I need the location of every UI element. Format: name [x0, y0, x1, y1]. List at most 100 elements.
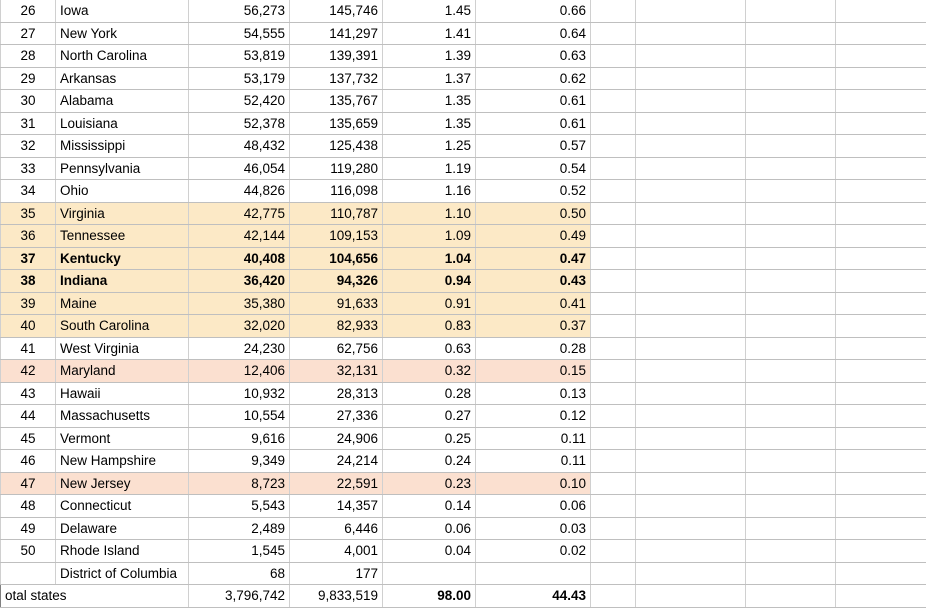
cell-rank[interactable]: 31	[1, 112, 56, 135]
cell-empty[interactable]	[591, 472, 636, 495]
cell-rank[interactable]: 45	[1, 427, 56, 450]
cell-empty[interactable]	[836, 0, 926, 22]
cell-value4[interactable]: 0.64	[476, 22, 591, 45]
cell-value2[interactable]: 14,357	[290, 495, 383, 518]
cell-value4[interactable]: 0.28	[476, 337, 591, 360]
cell-value1[interactable]: 12,406	[189, 360, 290, 383]
cell-empty[interactable]	[836, 90, 926, 113]
cell-empty[interactable]	[746, 270, 836, 293]
cell-value1[interactable]: 42,144	[189, 225, 290, 248]
table-row[interactable]: 36Tennessee42,144109,1531.090.49	[1, 225, 926, 248]
cell-value4[interactable]	[476, 562, 591, 585]
cell-state[interactable]: Louisiana	[56, 112, 189, 135]
cell-value2[interactable]: 145,746	[290, 0, 383, 22]
table-row[interactable]: 47New Jersey8,72322,5910.230.10	[1, 472, 926, 495]
cell-empty[interactable]	[746, 495, 836, 518]
cell-value2[interactable]: 116,098	[290, 180, 383, 203]
cell-value1[interactable]: 54,555	[189, 22, 290, 45]
cell-empty[interactable]	[636, 202, 746, 225]
cell-empty[interactable]	[746, 517, 836, 540]
cell-empty[interactable]	[591, 315, 636, 338]
cell-empty[interactable]	[591, 405, 636, 428]
cell-empty[interactable]	[836, 427, 926, 450]
cell-state[interactable]: Maine	[56, 292, 189, 315]
cell-value3[interactable]: 0.04	[383, 540, 476, 563]
cell-empty[interactable]	[591, 360, 636, 383]
table-row[interactable]: 26Iowa56,273145,7461.450.66	[1, 0, 926, 22]
cell-value1[interactable]: 10,932	[189, 382, 290, 405]
cell-empty[interactable]	[746, 225, 836, 248]
cell-empty[interactable]	[591, 90, 636, 113]
cell-value2[interactable]: 24,214	[290, 450, 383, 473]
cell-empty[interactable]	[836, 540, 926, 563]
cell-empty[interactable]	[591, 450, 636, 473]
cell-value4[interactable]: 0.50	[476, 202, 591, 225]
cell-value3[interactable]: 1.16	[383, 180, 476, 203]
cell-empty[interactable]	[591, 202, 636, 225]
cell-empty[interactable]	[746, 360, 836, 383]
cell-value3[interactable]: 0.23	[383, 472, 476, 495]
cell-state[interactable]: Ohio	[56, 180, 189, 203]
cell-value4[interactable]: 0.61	[476, 90, 591, 113]
cell-value1[interactable]: 53,819	[189, 45, 290, 68]
cell-empty[interactable]	[591, 292, 636, 315]
cell-empty[interactable]	[746, 427, 836, 450]
cell-value1[interactable]: 52,378	[189, 112, 290, 135]
cell-state[interactable]: New Jersey	[56, 472, 189, 495]
cell-value3[interactable]: 0.27	[383, 405, 476, 428]
cell-rank[interactable]: 40	[1, 315, 56, 338]
cell-rank[interactable]: 43	[1, 382, 56, 405]
cell-empty[interactable]	[591, 225, 636, 248]
cell-state[interactable]: Massachusetts	[56, 405, 189, 428]
cell-value4[interactable]: 0.49	[476, 225, 591, 248]
cell-value4[interactable]: 0.02	[476, 540, 591, 563]
cell-empty[interactable]	[636, 450, 746, 473]
total-value4[interactable]: 44.43	[476, 585, 591, 608]
cell-empty[interactable]	[636, 45, 746, 68]
cell-state[interactable]: Rhode Island	[56, 540, 189, 563]
cell-value3[interactable]: 1.04	[383, 247, 476, 270]
table-row[interactable]: 43Hawaii10,93228,3130.280.13	[1, 382, 926, 405]
cell-rank[interactable]: 44	[1, 405, 56, 428]
cell-state[interactable]: Mississippi	[56, 135, 189, 158]
table-row[interactable]: 42Maryland12,40632,1310.320.15	[1, 360, 926, 383]
cell-value3[interactable]: 0.83	[383, 315, 476, 338]
cell-empty[interactable]	[836, 337, 926, 360]
cell-value1[interactable]: 32,020	[189, 315, 290, 338]
cell-empty[interactable]	[591, 45, 636, 68]
total-value1[interactable]: 3,796,742	[189, 585, 290, 608]
cell-value3[interactable]: 0.25	[383, 427, 476, 450]
cell-value2[interactable]: 119,280	[290, 157, 383, 180]
cell-empty[interactable]	[636, 405, 746, 428]
cell-empty[interactable]	[746, 157, 836, 180]
cell-empty[interactable]	[836, 67, 926, 90]
cell-rank[interactable]: 46	[1, 450, 56, 473]
cell-value4[interactable]: 0.03	[476, 517, 591, 540]
cell-value4[interactable]: 0.62	[476, 67, 591, 90]
cell-empty[interactable]	[636, 112, 746, 135]
cell-empty[interactable]	[746, 585, 836, 608]
cell-empty[interactable]	[746, 450, 836, 473]
cell-value1[interactable]: 42,775	[189, 202, 290, 225]
cell-value3[interactable]: 1.35	[383, 112, 476, 135]
cell-empty[interactable]	[836, 292, 926, 315]
cell-rank[interactable]: 48	[1, 495, 56, 518]
cell-value2[interactable]: 32,131	[290, 360, 383, 383]
cell-value1[interactable]: 46,054	[189, 157, 290, 180]
cell-value1[interactable]: 36,420	[189, 270, 290, 293]
table-row[interactable]: 45Vermont9,61624,9060.250.11	[1, 427, 926, 450]
cell-state[interactable]: Delaware	[56, 517, 189, 540]
cell-empty[interactable]	[836, 180, 926, 203]
cell-empty[interactable]	[636, 562, 746, 585]
cell-value3[interactable]: 1.39	[383, 45, 476, 68]
cell-value4[interactable]: 0.57	[476, 135, 591, 158]
cell-value3[interactable]: 0.28	[383, 382, 476, 405]
cell-empty[interactable]	[591, 495, 636, 518]
cell-value3[interactable]: 0.94	[383, 270, 476, 293]
cell-state[interactable]: Virginia	[56, 202, 189, 225]
cell-empty[interactable]	[591, 180, 636, 203]
cell-empty[interactable]	[591, 270, 636, 293]
cell-value3[interactable]: 0.24	[383, 450, 476, 473]
cell-empty[interactable]	[636, 270, 746, 293]
cell-empty[interactable]	[746, 247, 836, 270]
